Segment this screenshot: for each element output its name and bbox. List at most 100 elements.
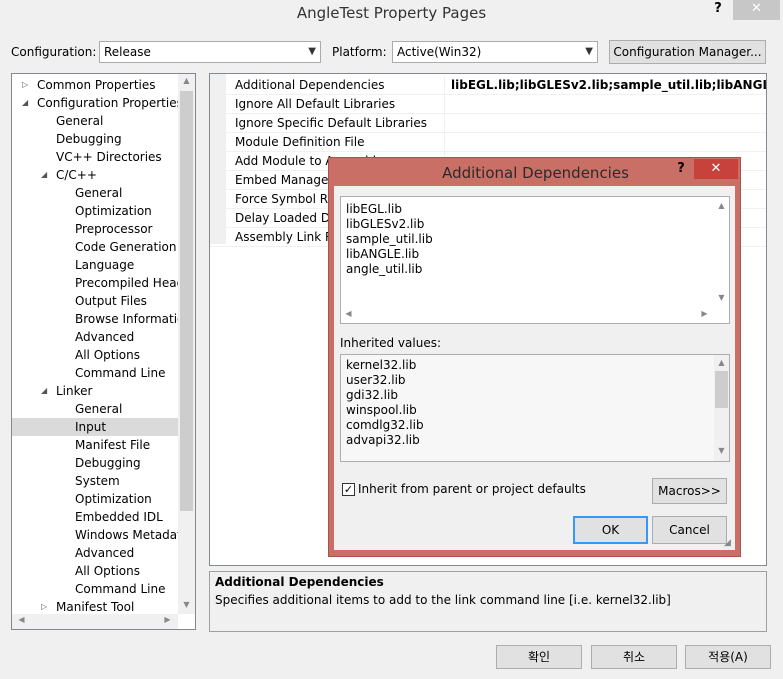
platform-select[interactable]: Active(Win32) ▼ xyxy=(392,41,598,63)
scroll-right-icon[interactable]: ▶ xyxy=(160,615,175,624)
tree-item[interactable]: Embedded IDL xyxy=(12,508,180,526)
dependencies-hscrollbar[interactable]: ◀ ▶ xyxy=(341,307,714,323)
tree-item-label: Common Properties xyxy=(37,78,156,92)
dialog-ok-button[interactable]: OK xyxy=(573,516,648,544)
scroll-right-icon[interactable]: ▶ xyxy=(697,309,712,318)
close-button[interactable]: ✕ xyxy=(733,0,780,20)
tree-item[interactable]: ◢ Configuration Properties xyxy=(12,94,180,112)
tree-item[interactable]: ◢ C/C++ xyxy=(12,166,180,184)
tree-item-label: Advanced xyxy=(75,546,135,560)
inherit-checkbox-label[interactable]: Inherit from parent or project defaults xyxy=(358,482,586,496)
tree-item[interactable]: Debugging xyxy=(12,454,180,472)
inherited-entry: gdi32.lib xyxy=(346,388,398,402)
tree-item[interactable]: VC++ Directories xyxy=(12,148,180,166)
dependency-entry[interactable]: sample_util.lib xyxy=(346,232,433,247)
tree-item-label: General xyxy=(75,186,123,200)
collapse-arrow-icon[interactable]: ◢ xyxy=(41,382,47,400)
collapse-arrow-icon[interactable]: ◢ xyxy=(41,166,47,184)
dependency-entry[interactable]: libEGL.lib xyxy=(346,202,402,217)
tree-item-label: Embedded IDL xyxy=(75,510,163,524)
description-title: Additional Dependencies xyxy=(215,575,384,589)
dependency-entry[interactable]: libGLESv2.lib xyxy=(346,217,424,232)
tree-item[interactable]: ▷ Common Properties xyxy=(12,76,180,94)
dependency-entry[interactable]: libANGLE.lib xyxy=(346,247,419,262)
tree-item[interactable]: Language xyxy=(12,256,180,274)
description-text: Specifies additional items to add to the… xyxy=(215,593,671,607)
scroll-down-icon[interactable]: ▼ xyxy=(714,446,729,455)
grid-row-value[interactable] xyxy=(449,95,766,114)
inherited-vscrollbar[interactable]: ▲ ▼ xyxy=(714,355,729,461)
tree-item[interactable]: Advanced xyxy=(12,544,180,562)
scroll-left-icon[interactable]: ◀ xyxy=(14,615,29,624)
tree-item[interactable]: Debugging xyxy=(12,130,180,148)
chevron-down-icon: ▼ xyxy=(585,46,593,57)
tree-item[interactable]: General xyxy=(12,184,180,202)
tree-item-label: All Options xyxy=(75,348,140,362)
tree-item[interactable]: General xyxy=(12,400,180,418)
scroll-down-icon[interactable]: ▼ xyxy=(179,600,194,609)
dependencies-vscrollbar[interactable]: ▲ ▼ xyxy=(714,197,729,307)
tree-item[interactable]: Optimization xyxy=(12,490,180,508)
tree-item[interactable]: Advanced xyxy=(12,328,180,346)
tree-item[interactable]: All Options xyxy=(12,346,180,364)
grid-row-value[interactable] xyxy=(449,114,766,133)
resize-grip-icon[interactable]: ◢ xyxy=(724,538,731,548)
help-button[interactable]: ? xyxy=(708,0,728,20)
tree-item[interactable]: Preprocessor xyxy=(12,220,180,238)
tree-item[interactable]: Output Files xyxy=(12,292,180,310)
property-tree: ▷ Common Properties ◢ Configuration Propert… xyxy=(11,73,196,630)
tree-item[interactable]: Command Line xyxy=(12,580,180,598)
tree-item[interactable]: Command Line xyxy=(12,364,180,382)
tree-vertical-scrollbar[interactable]: ▲ ▼ xyxy=(178,74,195,614)
tree-item-label: C/C++ xyxy=(56,168,97,182)
scroll-down-icon[interactable]: ▼ xyxy=(714,293,729,302)
expand-arrow-icon[interactable]: ▷ xyxy=(22,76,28,94)
collapse-arrow-icon[interactable]: ◢ xyxy=(22,94,28,112)
dependencies-textarea[interactable]: libEGL.lib libGLESv2.lib sample_util.lib li… xyxy=(340,196,730,324)
grid-row[interactable]: Ignore All Default Libraries xyxy=(210,95,766,114)
grid-row-value[interactable]: libEGL.lib;libGLESv2.lib;sample_util.lib… xyxy=(449,76,766,95)
tree-item[interactable]: Browse Informatior xyxy=(12,310,180,328)
grid-row[interactable]: Additional Dependencies libEGL.lib;libGLE… xyxy=(210,76,766,95)
tree-item-label: Advanced xyxy=(75,330,135,344)
tree-item[interactable]: Manifest File xyxy=(12,436,180,454)
scroll-up-icon[interactable]: ▲ xyxy=(714,201,729,210)
tree-item[interactable]: Code Generation xyxy=(12,238,180,256)
additional-dependencies-dialog: Additional Dependencies ? ✕ libEGL.lib li… xyxy=(328,157,741,557)
configuration-select[interactable]: Release ▼ xyxy=(99,41,321,63)
tree-item-label: Preprocessor xyxy=(75,222,153,236)
dialog-close-button[interactable]: ✕ xyxy=(694,159,738,179)
tree-horizontal-scrollbar[interactable]: ◀ ▶ xyxy=(12,614,178,629)
tree-item[interactable]: ◢ Linker xyxy=(12,382,180,400)
tree-item[interactable]: Input xyxy=(12,418,180,436)
ok-button[interactable]: 확인 xyxy=(496,645,582,669)
grid-row[interactable]: Ignore Specific Default Libraries xyxy=(210,114,766,133)
tree-item-label: Linker xyxy=(56,384,93,398)
platform-value: Active(Win32) xyxy=(397,45,482,59)
scroll-thumb[interactable] xyxy=(715,371,728,408)
scroll-thumb[interactable] xyxy=(180,91,193,511)
apply-button[interactable]: 적용(A) xyxy=(685,645,771,669)
tree-item[interactable]: System xyxy=(12,472,180,490)
tree-item[interactable]: Windows Metadata xyxy=(12,526,180,544)
dialog-help-button[interactable]: ? xyxy=(673,160,689,180)
dependency-entry[interactable]: angle_util.lib xyxy=(346,262,422,277)
configuration-manager-button[interactable]: Configuration Manager... xyxy=(609,40,766,64)
tree-item-label: Configuration Properties xyxy=(37,96,180,110)
grid-row-name: Ignore All Default Libraries xyxy=(235,95,445,114)
grid-row[interactable]: Module Definition File xyxy=(210,133,766,152)
dialog-cancel-button[interactable]: Cancel xyxy=(652,516,727,544)
tree-item-label: All Options xyxy=(75,564,140,578)
tree-item-label: Input xyxy=(75,420,107,434)
macros-button[interactable]: Macros>> xyxy=(652,478,727,504)
tree-item[interactable]: General xyxy=(12,112,180,130)
tree-item[interactable]: Optimization xyxy=(12,202,180,220)
scroll-up-icon[interactable]: ▲ xyxy=(714,358,729,367)
scroll-left-icon[interactable]: ◀ xyxy=(341,309,356,318)
cancel-button[interactable]: 취소 xyxy=(591,645,677,669)
grid-row-value[interactable] xyxy=(449,133,766,152)
tree-item[interactable]: Precompiled Heade xyxy=(12,274,180,292)
tree-item[interactable]: All Options xyxy=(12,562,180,580)
inherit-checkbox[interactable]: ✓ xyxy=(342,483,355,496)
scroll-up-icon[interactable]: ▲ xyxy=(179,76,194,85)
